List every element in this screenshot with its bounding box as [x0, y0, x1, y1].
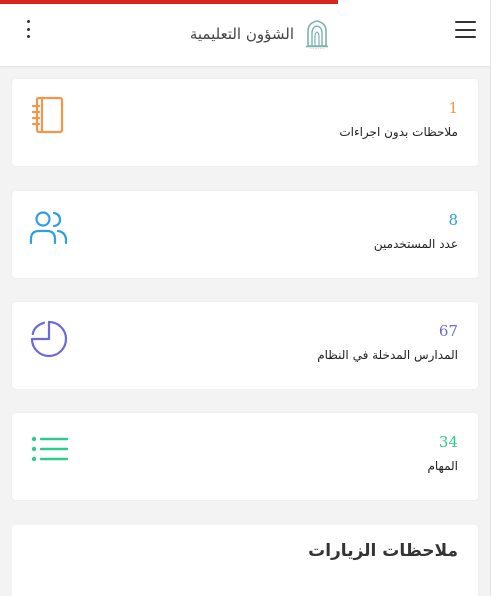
- stat-value: 34: [438, 433, 458, 451]
- notebook-icon: [31, 96, 64, 134]
- more-vertical-icon[interactable]: [20, 18, 36, 40]
- brand[interactable]: الشؤون التعليمية: [150, 18, 330, 50]
- stat-label: المدارس المدخلة في النظام: [317, 348, 458, 362]
- stat-value: 67: [438, 322, 458, 340]
- stat-card-notes[interactable]: 1 ملاحظات بدون اجراءات: [12, 79, 478, 166]
- stat-label: عدد المستخدمين: [373, 237, 458, 251]
- stat-card-tasks[interactable]: 34 المهام: [12, 413, 478, 500]
- stat-card-users[interactable]: 8 عدد المستخدمين: [12, 191, 478, 278]
- stat-card-schools[interactable]: 67 المدارس المدخلة في النظام: [12, 302, 478, 389]
- list-icon: [31, 436, 69, 462]
- stat-value: 1: [448, 99, 458, 117]
- app-screen: الشؤون التعليمية 1 ملاحظات بدون اجراءات: [0, 0, 493, 596]
- pie-chart-icon: [30, 320, 68, 358]
- mosque-logo-icon: [306, 20, 328, 49]
- top-bar: الشؤون التعليمية: [0, 0, 490, 66]
- loading-progress-bar: [0, 0, 338, 4]
- visits-notes-title: ملاحظات الزيارات: [308, 541, 458, 561]
- visits-notes-panel: ملاحظات الزيارات: [12, 525, 478, 596]
- app-title: الشؤون التعليمية: [189, 25, 294, 43]
- stat-label: المهام: [427, 459, 458, 473]
- users-icon: [29, 211, 68, 245]
- stat-label: ملاحظات بدون اجراءات: [339, 125, 458, 139]
- hamburger-icon[interactable]: [455, 21, 476, 38]
- stat-value: 8: [448, 211, 458, 229]
